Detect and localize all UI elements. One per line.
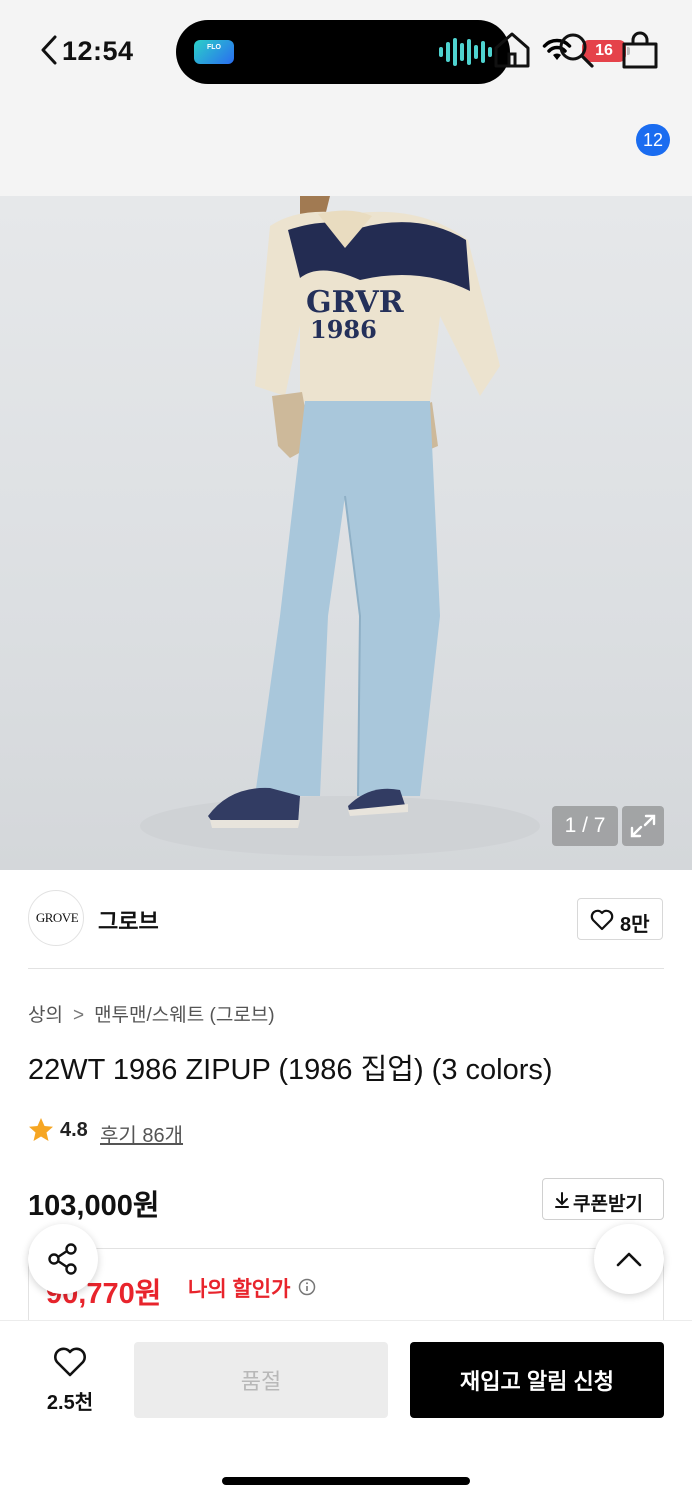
- heart-icon: [590, 909, 614, 931]
- brand-logo[interactable]: GROVE: [28, 890, 84, 946]
- soldout-button: 품절: [134, 1342, 388, 1418]
- coupon-download-button[interactable]: 쿠폰받기: [542, 1178, 664, 1220]
- info-icon[interactable]: [298, 1278, 316, 1296]
- scroll-top-button[interactable]: [594, 1224, 664, 1294]
- restock-alert-button[interactable]: 재입고 알림 신청: [410, 1342, 664, 1418]
- product-title: 22WT 1986 ZIPUP (1986 집업) (3 colors): [28, 1054, 553, 1086]
- brand-name[interactable]: 그로브: [98, 904, 159, 936]
- divider: [28, 968, 664, 969]
- chevron-left-icon[interactable]: [30, 30, 70, 70]
- dynamic-island: FLO: [176, 20, 510, 84]
- brand-like-button[interactable]: 8만: [577, 898, 663, 940]
- product-photo-illustration: GRVR 1986: [140, 196, 540, 856]
- svg-text:1986: 1986: [310, 315, 377, 344]
- product-image[interactable]: GRVR 1986: [0, 196, 692, 870]
- status-time: 12:54: [62, 36, 134, 66]
- audio-wave-icon: [439, 36, 492, 68]
- share-button[interactable]: [28, 1224, 98, 1294]
- wishlist-count: 2.5천: [46, 1392, 94, 1414]
- review-link[interactable]: 후기 86개: [100, 1119, 183, 1148]
- chevron-up-icon: [616, 1252, 642, 1267]
- share-icon: [48, 1243, 77, 1275]
- product-price: 103,000원: [28, 1190, 160, 1222]
- expand-icon: [630, 814, 656, 838]
- heart-icon: [54, 1347, 86, 1377]
- image-counter: 1 / 7: [552, 806, 618, 846]
- home-indicator: [222, 1477, 470, 1485]
- search-icon[interactable]: [556, 30, 596, 70]
- breadcrumb-subcategory[interactable]: 맨투맨/스웨트 (그로브): [94, 1005, 275, 1026]
- coupon-label: 쿠폰받기: [573, 1194, 643, 1215]
- shopping-bag-icon[interactable]: [620, 30, 660, 70]
- brand-like-count: 8만: [620, 914, 650, 936]
- download-icon: [555, 1192, 569, 1208]
- cart-count-badge: 12: [636, 124, 670, 156]
- breadcrumb-category[interactable]: 상의: [28, 1005, 63, 1026]
- expand-image-button[interactable]: [622, 806, 664, 846]
- wishlist-button[interactable]: 2.5천: [28, 1344, 112, 1418]
- breadcrumb: 상의 > 맨투맨/스웨트 (그로브): [28, 1000, 275, 1027]
- star-icon: [29, 1118, 53, 1141]
- music-app-icon: FLO: [194, 40, 234, 64]
- rating-score: 4.8: [60, 1119, 88, 1141]
- brand-logo-text: GROVE: [35, 910, 79, 925]
- top-nav-bar: [0, 96, 692, 196]
- discount-label: 나의 할인가: [188, 1278, 291, 1301]
- home-icon[interactable]: [492, 30, 532, 70]
- chevron-right-icon: >: [72, 1005, 85, 1026]
